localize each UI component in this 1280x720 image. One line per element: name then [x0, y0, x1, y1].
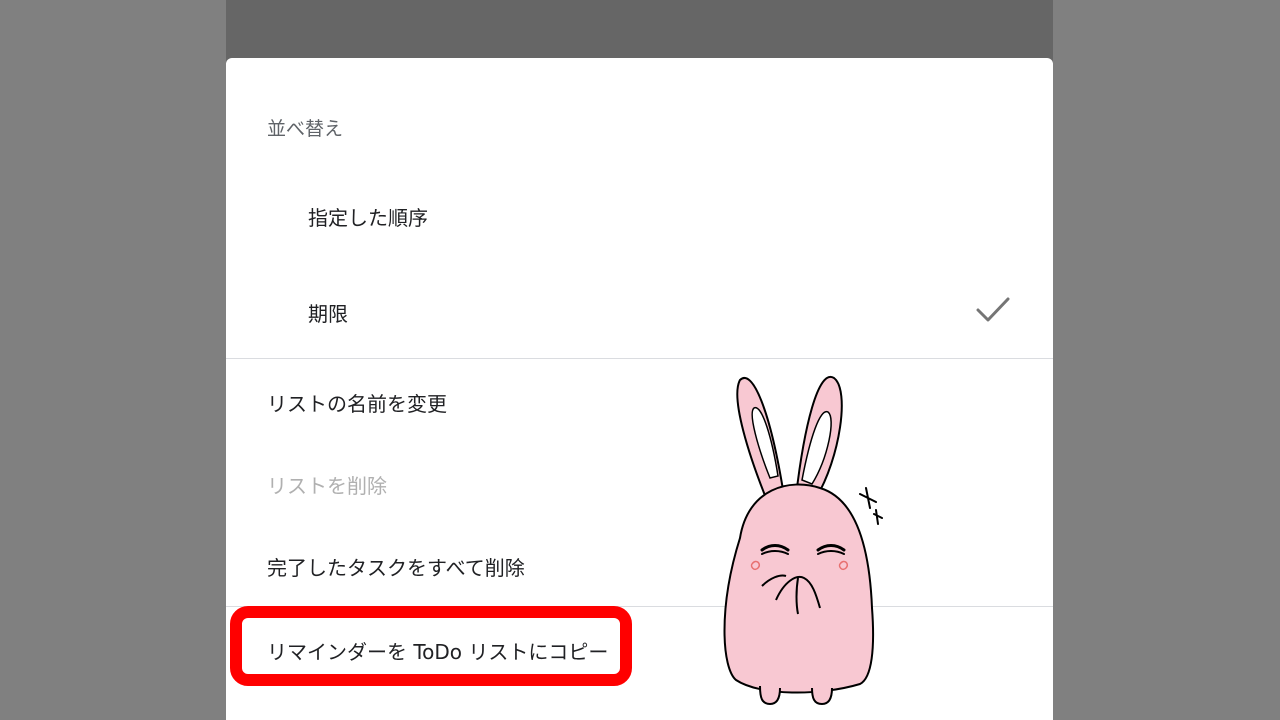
- menu-item-label: リストの名前を変更: [267, 392, 447, 416]
- copy-reminders-to-todo-item[interactable]: リマインダーを ToDo リストにコピー: [226, 636, 1053, 676]
- menu-item-label: 完了したタスクをすべて削除: [267, 556, 525, 580]
- divider: [226, 358, 1053, 359]
- menu-item-label: リマインダーを ToDo リストにコピー: [267, 640, 609, 664]
- bunny-illustration: [723, 375, 883, 706]
- delete-completed-tasks-item[interactable]: 完了したタスクをすべて削除: [226, 552, 1053, 592]
- delete-list-item: リストを削除: [226, 470, 1053, 510]
- rename-list-item[interactable]: リストの名前を変更: [226, 388, 1053, 428]
- sort-option-custom-order[interactable]: 指定した順序: [226, 202, 1053, 242]
- list-options-sheet: 並べ替え 指定した順序 期限 リストの名前を変更 リストを削除 完了したタスクを…: [226, 58, 1053, 720]
- check-icon: [976, 297, 1010, 322]
- divider: [226, 606, 1053, 607]
- sort-option-label: 指定した順序: [308, 206, 428, 230]
- menu-item-label: リストを削除: [267, 474, 387, 498]
- sort-section-label: 並べ替え: [267, 118, 344, 140]
- sort-option-label: 期限: [308, 302, 348, 326]
- sort-option-due-date[interactable]: 期限: [226, 298, 1053, 338]
